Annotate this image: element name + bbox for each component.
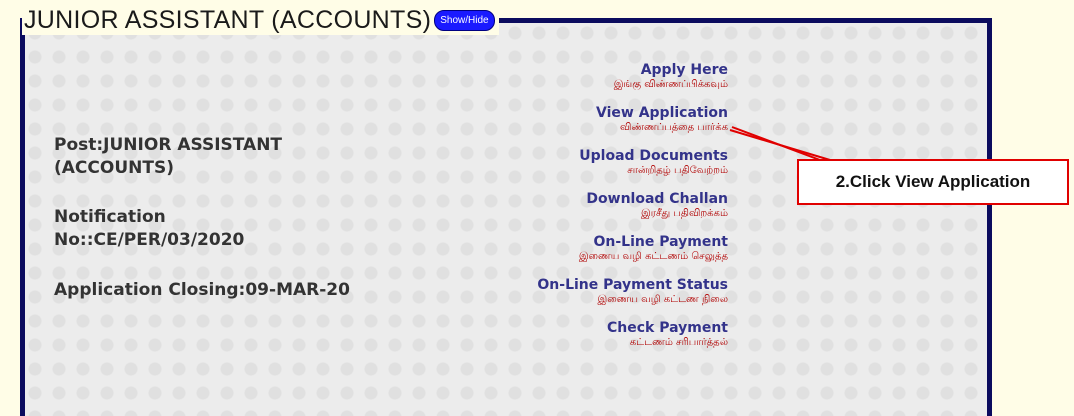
callout-arrow (729, 126, 920, 161)
instruction-callout: 2.Click View Application (797, 159, 1069, 205)
callout-text: 2.Click View Application (835, 172, 1031, 191)
callout-arrow-line-lower (729, 129, 831, 161)
callout-arrow-line-upper (731, 126, 920, 161)
